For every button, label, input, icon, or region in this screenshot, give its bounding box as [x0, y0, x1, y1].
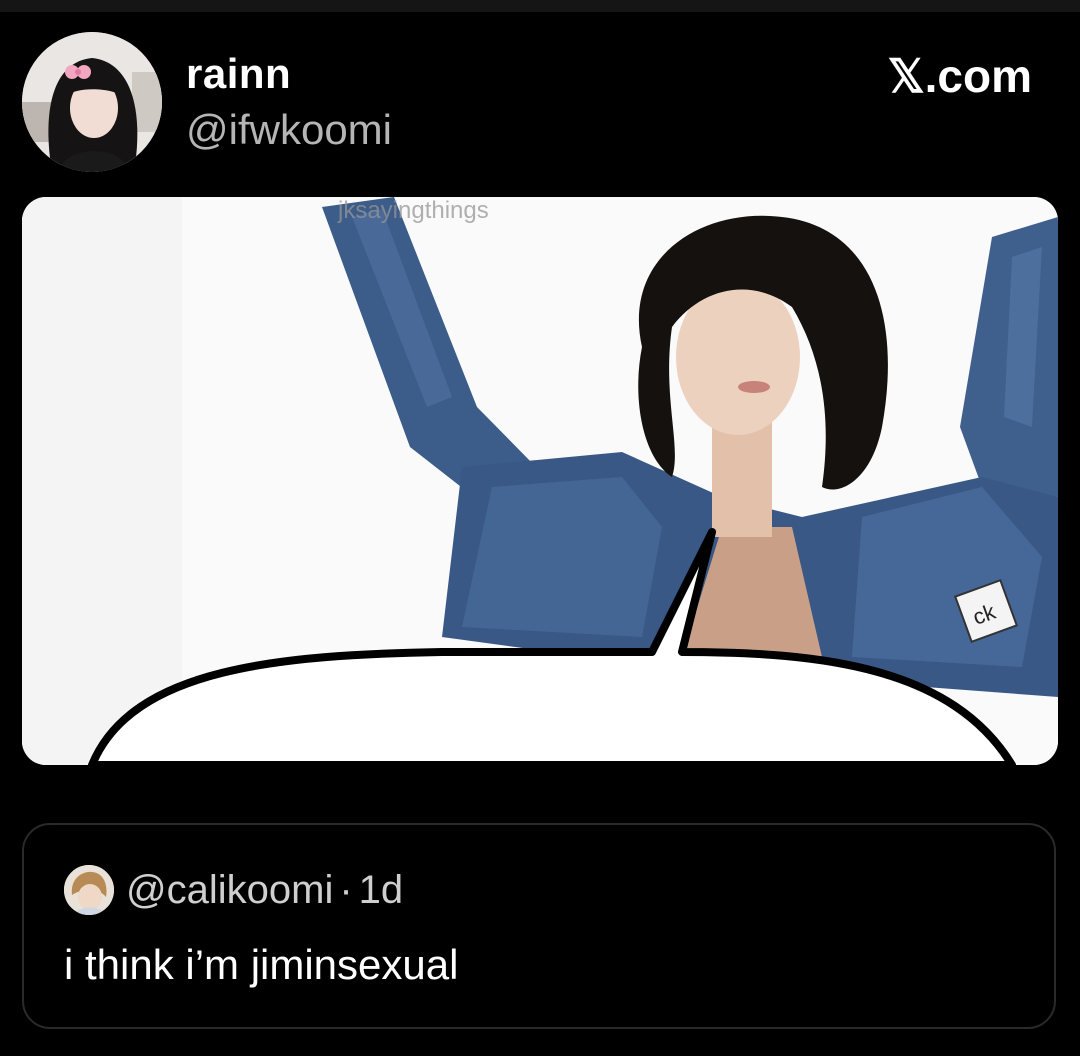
quoted-post-card[interactable]: @calikoomi · 1d i think i’m jiminsexual — [22, 823, 1056, 1029]
avatar-photo — [22, 32, 162, 172]
author-display-name[interactable]: rainn — [186, 50, 291, 98]
author-avatar[interactable] — [22, 32, 162, 172]
quoted-post-text: i think i’m jiminsexual — [64, 941, 459, 988]
top-bar — [0, 0, 1080, 12]
media-illustration: ck — [22, 197, 1058, 765]
quoted-author-avatar[interactable] — [64, 865, 114, 915]
media-watermark: jksayingthings — [338, 197, 489, 224]
post-media-image[interactable]: ck jksayingthings — [22, 197, 1058, 765]
author-handle[interactable]: @ifwkoomi — [186, 106, 392, 154]
quoted-avatar-photo — [64, 865, 114, 915]
x-brand-logo: 𝕏.com — [887, 50, 1032, 102]
meta-separator: · — [339, 868, 353, 912]
quoted-post-meta: @calikoomi · 1d — [126, 865, 403, 915]
quoted-post-time: 1d — [358, 868, 404, 912]
quoted-author-handle[interactable]: @calikoomi — [126, 868, 333, 912]
